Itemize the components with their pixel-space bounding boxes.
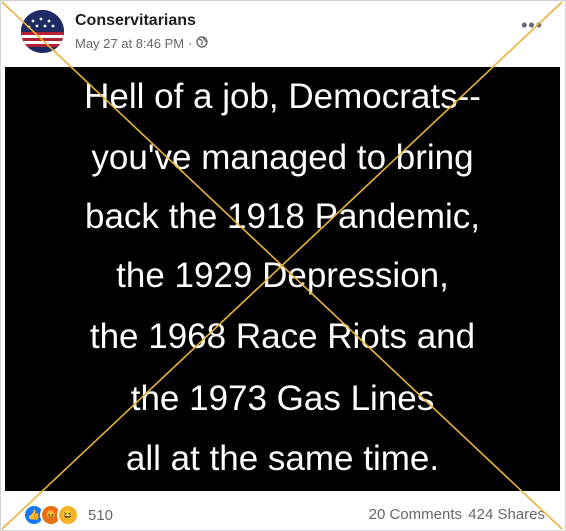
- fact-check-x-overlay: [1, 1, 563, 530]
